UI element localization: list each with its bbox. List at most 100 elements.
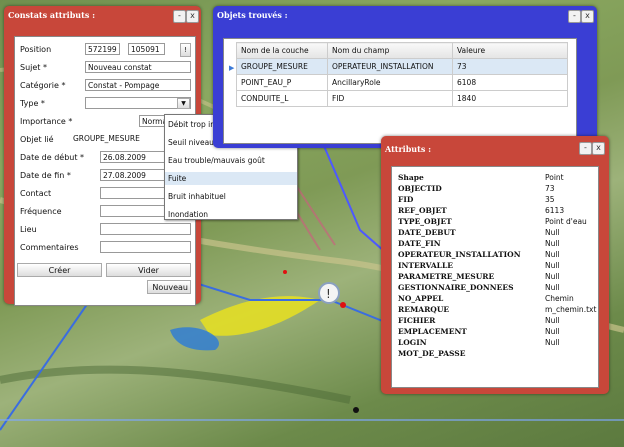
attribute-value: 6113 <box>545 206 565 215</box>
objets-title: Objets trouvés : <box>217 10 288 20</box>
attribute-key: FICHIER <box>398 316 436 325</box>
table-cell: OPERATEUR_INSTALLATION <box>327 58 453 75</box>
frequence-label: Fréquence <box>20 207 62 216</box>
attribute-key: DATE_DEBUT <box>398 228 456 237</box>
categorie-select[interactable]: Constat - Pompage <box>85 79 191 91</box>
attribute-key: FID <box>398 195 414 204</box>
attribute-row: NO_APPEL Chemin <box>398 293 598 304</box>
close-button[interactable]: x <box>186 10 199 23</box>
attribute-row: FID 35 <box>398 194 598 205</box>
attribute-value: Null <box>545 272 560 281</box>
nouveau-button[interactable]: Nouveau <box>147 280 191 294</box>
table-cell: CONDUITE_L <box>236 90 328 107</box>
attribute-key: OBJECTID <box>398 184 442 193</box>
attribute-key: OPERATEUR_INSTALLATION <box>398 250 521 259</box>
type-option[interactable]: Inondation <box>165 208 297 221</box>
column-header[interactable]: Nom de la couche <box>236 42 328 59</box>
attribute-key: PARAMETRE_MESURE <box>398 272 495 281</box>
table-cell: AncillaryRole <box>327 74 453 91</box>
attribute-key: GESTIONNAIRE_DONNEES <box>398 283 514 292</box>
attribute-row: DATE_DEBUT Null <box>398 227 598 238</box>
categorie-label: Catégorie * <box>20 81 66 90</box>
chevron-down-icon[interactable]: ▼ <box>177 98 190 109</box>
sujet-input[interactable]: Nouveau constat <box>85 61 191 73</box>
table-cell: 1840 <box>452 90 568 107</box>
contact-label: Contact <box>20 189 52 198</box>
objets-panel: Objets trouvés : - x Nom de la couche No… <box>213 6 597 148</box>
table-header-row: Nom de la couche Nom du champ Valeure <box>236 42 568 59</box>
attribute-value: 73 <box>545 184 555 193</box>
table-cell: GROUPE_MESURE <box>236 58 328 75</box>
attribute-value: Null <box>545 250 560 259</box>
type-option[interactable]: Eau trouble/mauvais goût <box>165 154 297 167</box>
type-label: Type * <box>20 99 45 108</box>
attribute-row: FICHIER Null <box>398 315 598 326</box>
svg-text:!: ! <box>326 287 331 301</box>
creer-button[interactable]: Créer <box>17 263 102 277</box>
attribute-row: GESTIONNAIRE_DONNEES Null <box>398 282 598 293</box>
minimize-button[interactable]: - <box>568 10 581 23</box>
attribute-key: DATE_FIN <box>398 239 441 248</box>
table-row[interactable]: POINT_EAU_P AncillaryRole 6108 <box>236 74 568 91</box>
sujet-label: Sujet * <box>20 63 47 72</box>
date-fin-label: Date de fin * <box>20 171 71 180</box>
attribute-row: DATE_FIN Null <box>398 238 598 249</box>
vider-button[interactable]: Vider <box>106 263 191 277</box>
attribute-key: EMPLACEMENT <box>398 327 467 336</box>
attribute-key: NO_APPEL <box>398 294 444 303</box>
type-select[interactable] <box>85 97 191 109</box>
table-cell: POINT_EAU_P <box>236 74 328 91</box>
attribute-row: OBJECTID 73 <box>398 183 598 194</box>
attribute-value: m_chemin.txt <box>545 305 597 314</box>
attribute-value: Point d'eau <box>545 217 587 226</box>
lieu-input[interactable] <box>100 223 191 235</box>
type-option[interactable]: Bruit inhabituel <box>165 190 297 203</box>
column-header[interactable]: Valeure <box>452 42 568 59</box>
importance-label: Importance * <box>20 117 73 126</box>
commentaires-input[interactable] <box>100 241 191 253</box>
close-button[interactable]: x <box>592 142 605 155</box>
attributs-panel: Attributs : - x Shape Point OBJECTID 73 FI… <box>381 136 609 394</box>
row-selector-icon: ▶ <box>229 64 235 72</box>
attribute-row: MOT_DE_PASSE <box>398 348 598 359</box>
attribute-key: INTERVALLE <box>398 261 453 270</box>
attribute-key: REF_OBJET <box>398 206 447 215</box>
attribute-value: Null <box>545 316 560 325</box>
attribute-row: INTERVALLE Null <box>398 260 598 271</box>
table-row[interactable]: GROUPE_MESURE OPERATEUR_INSTALLATION 73 <box>236 58 568 75</box>
attribute-value: 35 <box>545 195 555 204</box>
info-button[interactable]: ! <box>180 43 191 57</box>
attribute-key: MOT_DE_PASSE <box>398 349 466 358</box>
table-row[interactable]: CONDUITE_L FID 1840 <box>236 90 568 107</box>
table-cell: 6108 <box>452 74 568 91</box>
attribute-value: Null <box>545 327 560 336</box>
attribute-row: TYPE_OBJET Point d'eau <box>398 216 598 227</box>
attribute-value: Null <box>545 261 560 270</box>
attribute-row: PARAMETRE_MESURE Null <box>398 271 598 282</box>
attribute-value: Point <box>545 173 564 182</box>
position-y-input[interactable]: 105091 <box>128 43 165 55</box>
constats-title: Constats attributs : <box>8 10 96 20</box>
attribute-key: REMARQUE <box>398 305 450 314</box>
attribute-value: Null <box>545 283 560 292</box>
type-option-selected[interactable]: Fuite <box>165 172 297 185</box>
attribute-value: Null <box>545 338 560 347</box>
attribute-key: LOGIN <box>398 338 427 347</box>
column-header[interactable]: Nom du champ <box>327 42 453 59</box>
attribute-value: Chemin <box>545 294 574 303</box>
close-button[interactable]: x <box>581 10 594 23</box>
attribute-value: Null <box>545 239 560 248</box>
attribute-row: REMARQUE m_chemin.txt <box>398 304 598 315</box>
attribute-row: OPERATEUR_INSTALLATION Null <box>398 249 598 260</box>
table-cell: 73 <box>452 58 568 75</box>
attribute-row: Shape Point <box>398 172 598 183</box>
date-debut-label: Date de début * <box>20 153 85 162</box>
attribute-row: REF_OBJET 6113 <box>398 205 598 216</box>
attribute-key: TYPE_OBJET <box>398 217 452 226</box>
attributs-title: Attributs : <box>385 144 432 154</box>
minimize-button[interactable]: - <box>579 142 592 155</box>
minimize-button[interactable]: - <box>173 10 186 23</box>
objets-table: Nom de la couche Nom du champ Valeure GR… <box>236 42 568 107</box>
attributs-list: Shape Point OBJECTID 73 FID 35 REF_OBJET 611… <box>391 166 599 388</box>
position-x-input[interactable]: 572199 <box>85 43 120 55</box>
